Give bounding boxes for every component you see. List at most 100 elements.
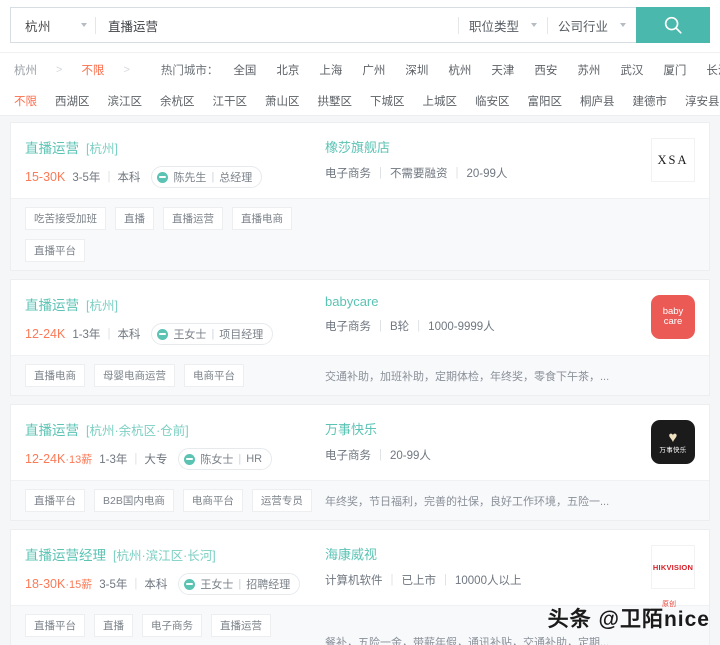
hr-contact-chip[interactable]: 王女士|招聘经理 [178, 573, 300, 595]
meta-separator: | [456, 167, 459, 179]
hot-city-8[interactable]: 苏州 [567, 65, 610, 77]
hr-separator: | [238, 453, 241, 465]
hot-city-0[interactable]: 全国 [223, 65, 266, 77]
search-button[interactable] [636, 7, 710, 43]
company-name[interactable]: 万事快乐 [325, 419, 651, 438]
job-education: 本科 [144, 576, 167, 592]
company-logo: XSA [651, 138, 695, 182]
job-card[interactable]: 直播运营[杭州]15-30K3-5年|本科陈先生|总经理橡莎旗舰店电子商务|不需… [10, 122, 710, 271]
company-name[interactable]: 橡莎旗舰店 [325, 137, 651, 156]
job-card-body: 直播运营[杭州]15-30K3-5年|本科陈先生|总经理橡莎旗舰店电子商务|不需… [11, 123, 709, 198]
job-salary: 12-24K·13薪 [25, 451, 92, 467]
meta-separator: | [417, 320, 420, 332]
job-experience: 1-3年 [72, 326, 100, 342]
job-tag[interactable]: 直播平台 [25, 614, 85, 637]
district-item-11[interactable]: 桐庐县 [571, 93, 624, 109]
job-tag[interactable]: B2B国内电商 [94, 489, 174, 512]
company-logo: HIKVISION [651, 545, 695, 589]
hot-city-1[interactable]: 北京 [266, 65, 309, 77]
meta-separator: | [379, 167, 382, 179]
job-location: [杭州] [86, 138, 118, 157]
hr-contact-chip[interactable]: 陈先生|总经理 [151, 166, 262, 188]
job-tag[interactable]: 母婴电商运营 [94, 364, 175, 387]
district-item-9[interactable]: 临安区 [466, 93, 519, 109]
hr-title: 招聘经理 [246, 576, 290, 592]
district-item-6[interactable]: 拱墅区 [309, 93, 362, 109]
district-item-0[interactable]: 不限 [5, 93, 46, 109]
hr-name: 陈女士 [200, 451, 233, 467]
job-tag[interactable]: 吃苦接受加班 [25, 207, 106, 230]
hot-city-10[interactable]: 厦门 [653, 65, 696, 77]
district-item-7[interactable]: 下城区 [361, 93, 414, 109]
job-tag[interactable]: 直播电商 [25, 364, 85, 387]
meta-separator: | [391, 574, 394, 586]
breadcrumb: 杭州 > 不限 > 热门城市： 全国北京上海广州深圳杭州天津西安苏州武汉厦门长沙… [0, 52, 720, 86]
company-meta-item: 10000人以上 [455, 572, 521, 588]
chevron-down-icon [620, 23, 626, 27]
job-tag[interactable]: 电子商务 [142, 614, 202, 637]
district-item-13[interactable]: 淳安县 [676, 93, 720, 109]
hr-separator: | [211, 328, 214, 340]
district-item-4[interactable]: 江干区 [204, 93, 257, 109]
breadcrumb-item-city[interactable]: 杭州 [8, 62, 43, 78]
hot-city-4[interactable]: 深圳 [395, 65, 438, 77]
hot-city-3[interactable]: 广州 [352, 65, 395, 77]
job-tag[interactable]: 直播 [94, 614, 133, 637]
job-tag[interactable]: 直播平台 [25, 489, 85, 512]
hr-contact-chip[interactable]: 陈女士|HR [178, 448, 272, 470]
company-info: 海康威视计算机软件|已上市|10000人以上HIKVISION [325, 544, 695, 595]
hot-city-7[interactable]: 西安 [524, 65, 567, 77]
hot-city-6[interactable]: 天津 [481, 65, 524, 77]
search-input[interactable] [96, 8, 458, 42]
district-item-3[interactable]: 余杭区 [151, 93, 204, 109]
hot-city-2[interactable]: 上海 [309, 65, 352, 77]
job-tag[interactable]: 运营专员 [252, 489, 312, 512]
hr-name: 陈先生 [173, 169, 206, 185]
district-item-12[interactable]: 建德市 [624, 93, 677, 109]
company-name[interactable]: babycare [325, 294, 651, 309]
job-tag[interactable]: 直播电商 [232, 207, 292, 230]
filter-industry[interactable]: 公司行业 [548, 8, 636, 42]
job-tag[interactable]: 直播运营 [163, 207, 223, 230]
job-title[interactable]: 直播运营 [25, 419, 79, 439]
company-meta-item: B轮 [390, 318, 409, 334]
breadcrumb-item-unlimited[interactable]: 不限 [75, 62, 110, 78]
job-title-line: 直播运营 [杭州] [25, 137, 325, 157]
meta-separator: | [107, 328, 110, 340]
job-tag[interactable]: 电商平台 [184, 364, 244, 387]
job-experience: 3-5年 [72, 169, 100, 185]
job-tag[interactable]: 直播运营 [211, 614, 271, 637]
company-text: 橡莎旗舰店电子商务|不需要融资|20-99人 [325, 137, 651, 181]
company-meta: 电子商务|20-99人 [325, 447, 651, 463]
hot-city-9[interactable]: 武汉 [610, 65, 653, 77]
hot-city-11[interactable]: 长沙 [696, 65, 720, 77]
city-selector[interactable]: 杭州 [11, 8, 95, 42]
district-item-10[interactable]: 富阳区 [519, 93, 572, 109]
job-card[interactable]: 直播运营经理[杭州·滨江区·长河]18-30K·15薪3-5年|本科王女士|招聘… [10, 529, 710, 645]
job-tag[interactable]: 电商平台 [183, 489, 243, 512]
hot-city-5[interactable]: 杭州 [438, 65, 481, 77]
job-title-line: 直播运营[杭州] [25, 294, 325, 314]
job-title[interactable]: 直播运营经理 [25, 544, 106, 564]
district-item-5[interactable]: 萧山区 [256, 93, 309, 109]
hr-name: 王女士 [200, 576, 233, 592]
job-info: 直播运营[杭州]12-24K1-3年|本科王女士|项目经理 [25, 294, 325, 345]
job-tag[interactable]: 直播平台 [25, 239, 85, 262]
job-meta: 12-24K·13薪1-3年|大专陈女士|HR [25, 448, 325, 470]
job-card[interactable]: 直播运营[杭州]12-24K1-3年|本科王女士|项目经理babycare电子商… [10, 279, 710, 396]
job-title[interactable]: 直播运营 [25, 294, 79, 314]
district-item-1[interactable]: 西湖区 [46, 93, 99, 109]
job-tag-list: 直播电商母婴电商运营电商平台 [25, 364, 325, 387]
hr-title: 总经理 [219, 169, 252, 185]
hr-contact-chip[interactable]: 王女士|项目经理 [151, 323, 273, 345]
job-tag-list: 吃苦接受加班直播直播运营直播电商直播平台 [25, 207, 325, 262]
filter-job-type[interactable]: 职位类型 [459, 8, 547, 42]
company-name[interactable]: 海康威视 [325, 544, 651, 563]
job-title[interactable]: 直播运营 [25, 137, 79, 157]
filter-job-type-label: 职位类型 [469, 16, 519, 35]
company-meta: 电子商务|B轮|1000-9999人 [325, 318, 651, 334]
job-tag[interactable]: 直播 [115, 207, 154, 230]
district-item-2[interactable]: 滨江区 [99, 93, 152, 109]
job-card[interactable]: 直播运营[杭州·余杭区·仓前]12-24K·13薪1-3年|大专陈女士|HR万事… [10, 404, 710, 521]
district-item-8[interactable]: 上城区 [414, 93, 467, 109]
